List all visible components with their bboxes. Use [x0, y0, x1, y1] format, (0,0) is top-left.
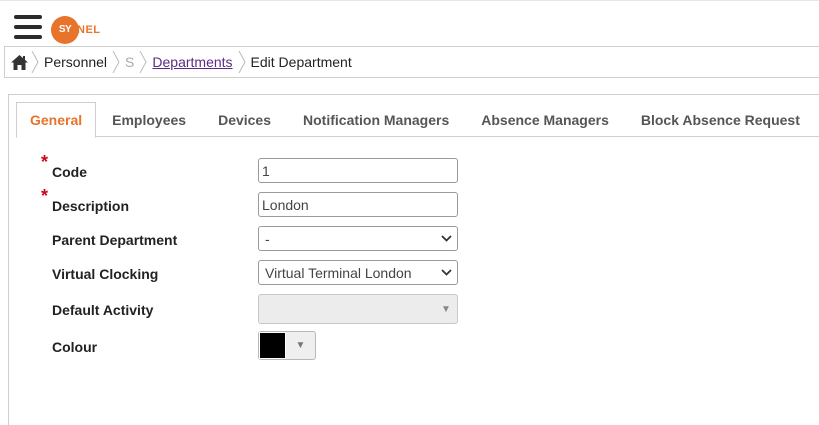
tab-block-absence-request[interactable]: Block Absence Request: [625, 102, 816, 137]
home-icon: [11, 54, 28, 70]
form-row-colour: Colour ▼: [9, 331, 819, 360]
breadcrumb: Personnel S Departments Edit Department: [4, 46, 819, 78]
colour-label: Colour: [52, 339, 98, 355]
page: SY NEL Personnel S Departments Edit Depa…: [0, 0, 819, 425]
tab-absence-managers[interactable]: Absence Managers: [465, 102, 625, 137]
tab-notification-managers[interactable]: Notification Managers: [287, 102, 465, 137]
breadcrumb-home[interactable]: [5, 47, 30, 77]
synel-logo[interactable]: SY NEL: [51, 16, 111, 44]
form-row-description: * Description: [9, 186, 819, 218]
parent-department-label: Parent Department: [52, 232, 178, 248]
description-label: Description: [52, 198, 130, 214]
form-row-code: * Code: [9, 152, 819, 184]
tab-general[interactable]: General: [16, 102, 97, 138]
chevron-down-icon: [438, 269, 454, 276]
top-bar: SY NEL: [0, 0, 819, 46]
caret-down-icon: ▼: [441, 303, 451, 315]
default-activity-select[interactable]: ▼: [258, 294, 458, 324]
logo-circle: SY: [51, 16, 79, 44]
breadcrumb-separator: [138, 47, 148, 77]
virtual-clocking-value: Virtual Terminal London: [265, 264, 412, 281]
code-input[interactable]: [258, 158, 458, 183]
colour-picker[interactable]: ▼: [258, 331, 316, 360]
form-row-parent-department: Parent Department -: [9, 226, 819, 252]
required-marker: *: [41, 152, 49, 172]
tab-bar: General Employees Devices Notification M…: [16, 102, 819, 138]
chevron-down-icon: [438, 235, 454, 242]
colour-swatch[interactable]: [259, 332, 286, 359]
breadcrumb-separator: [30, 47, 40, 77]
edit-department-panel: General Employees Devices Notification M…: [8, 94, 819, 425]
tab-devices[interactable]: Devices: [202, 102, 287, 137]
parent-department-value: -: [265, 230, 270, 247]
description-input[interactable]: [258, 192, 458, 217]
caret-down-icon[interactable]: ▼: [286, 332, 315, 359]
default-activity-label: Default Activity: [52, 302, 154, 318]
breadcrumb-current: Edit Department: [250, 54, 352, 70]
form-row-default-activity: Default Activity ▼: [9, 294, 819, 324]
breadcrumb-truncated[interactable]: S: [121, 47, 138, 77]
breadcrumb-departments-link[interactable]: Departments: [148, 47, 236, 77]
code-label: Code: [52, 164, 87, 180]
logo-text: NEL: [77, 24, 101, 36]
breadcrumb-separator: [237, 47, 247, 77]
virtual-clocking-select[interactable]: Virtual Terminal London: [258, 260, 458, 285]
hamburger-menu-icon[interactable]: [14, 15, 42, 41]
virtual-clocking-label: Virtual Clocking: [52, 266, 159, 282]
form-row-virtual-clocking: Virtual Clocking Virtual Terminal London: [9, 260, 819, 286]
breadcrumb-personnel[interactable]: Personnel: [40, 47, 111, 77]
breadcrumb-separator: [111, 47, 121, 77]
parent-department-select[interactable]: -: [258, 226, 458, 251]
tab-employees[interactable]: Employees: [96, 102, 202, 137]
required-marker: *: [41, 186, 49, 206]
